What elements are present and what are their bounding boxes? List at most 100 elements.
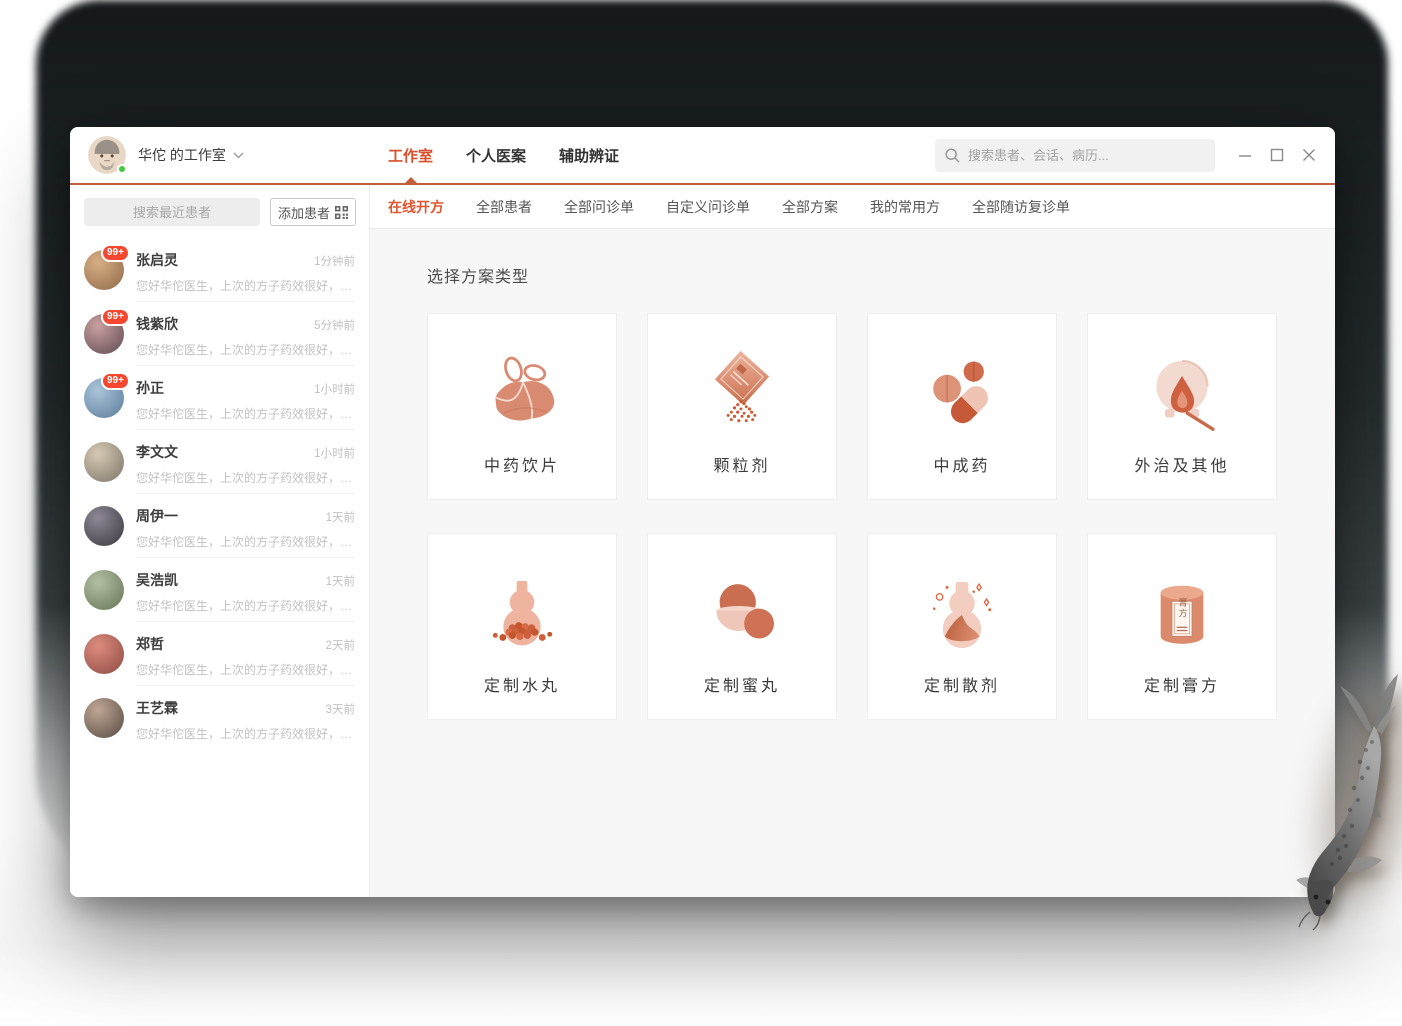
message-time: 1天前	[326, 509, 355, 525]
avatar	[84, 698, 124, 738]
message-preview: 您好华佗医生，上次的方子药效很好，请问...	[136, 725, 355, 742]
message-preview: 您好华佗医生，上次的方子药效很好，请问...	[136, 405, 355, 422]
patient-list-item[interactable]: 99+ 张启灵 1分钟前 您好华佗医生，上次的方子药效很好，请问...	[70, 238, 369, 302]
patient-name: 张启灵	[136, 250, 178, 270]
workspace-name: 华佗 的工作室	[138, 145, 226, 165]
pills-capsule-icon	[914, 314, 1010, 442]
cupping-flame-icon	[1134, 314, 1230, 442]
chevron-down-icon	[233, 152, 244, 159]
tab-custom-inquiry-forms[interactable]: 自定义问诊单	[666, 197, 750, 217]
unread-badge: 99+	[101, 372, 130, 390]
avatar	[84, 506, 124, 546]
plan-card-powder[interactable]: 定制散剂	[867, 533, 1057, 720]
plan-type-grid: 中药饮片	[427, 313, 1335, 720]
patient-list-item[interactable]: 周伊一 1天前 您好华佗医生，上次的方子药效很好，请问...	[70, 494, 369, 558]
message-preview: 您好华佗医生，上次的方子药效很好，请问...	[136, 277, 355, 294]
tab-my-common-prescriptions[interactable]: 我的常用方	[870, 197, 940, 217]
plan-type-label: 中药饮片	[484, 452, 560, 476]
patient-list-item[interactable]: 吴浩凯 1天前 您好华佗医生，上次的方子药效很好，请问...	[70, 558, 369, 622]
tab-workspace[interactable]: 工作室	[388, 145, 433, 166]
close-button[interactable]	[1293, 140, 1325, 170]
granule-sachet-icon	[694, 314, 790, 442]
tab-all-plans[interactable]: 全部方案	[782, 197, 838, 217]
accent-divider	[70, 183, 1335, 185]
patient-name: 钱紫欣	[136, 314, 178, 334]
tab-online-prescription[interactable]: 在线开方	[388, 197, 444, 217]
global-search[interactable]	[935, 139, 1215, 172]
global-search-input[interactable]	[968, 148, 1205, 163]
patient-list-item[interactable]: 郑哲 2天前 您好华佗医生，上次的方子药效很好，请问...	[70, 622, 369, 686]
plan-card-external-treatment[interactable]: 外治及其他	[1087, 313, 1277, 500]
search-icon	[945, 148, 960, 163]
patient-name: 吴浩凯	[136, 570, 178, 590]
powder-gourd-icon	[914, 534, 1010, 662]
maximize-icon	[1270, 148, 1284, 162]
patient-list-item[interactable]: 99+ 孙正 1小时前 您好华佗医生，上次的方子药效很好，请问...	[70, 366, 369, 430]
secondary-nav: 在线开方 全部患者 全部问诊单 自定义问诊单 全部方案 我的常用方 全部随访复诊…	[370, 185, 1335, 229]
unread-badge: 99+	[101, 308, 130, 326]
online-status-dot	[117, 164, 127, 174]
message-preview: 您好华佗医生，上次的方子药效很好，请问...	[136, 661, 355, 678]
avatar: 99+	[84, 314, 124, 354]
herb-bundle-icon	[474, 314, 570, 442]
message-preview: 您好华佗医生，上次的方子药效很好，请问...	[136, 597, 355, 614]
add-patient-button[interactable]: 添加患者	[270, 198, 356, 226]
patient-sidebar: 添加患者 99+ 张启灵 1分钟前	[70, 185, 370, 897]
message-time: 1小时前	[314, 445, 355, 461]
content-area: 选择方案类型	[370, 229, 1335, 897]
minimize-button[interactable]	[1229, 140, 1261, 170]
patient-name: 周伊一	[136, 506, 178, 526]
tab-all-inquiry-forms[interactable]: 全部问诊单	[564, 197, 634, 217]
message-preview: 您好华佗医生，上次的方子药效很好，请问...	[136, 341, 355, 358]
tab-assisted-diagnosis[interactable]: 辅助辨证	[559, 145, 619, 166]
doctor-avatar[interactable]	[88, 136, 126, 174]
plan-card-herbal-pieces[interactable]: 中药饮片	[427, 313, 617, 500]
plan-type-label: 定制蜜丸	[704, 672, 780, 696]
water-pill-gourd-icon	[474, 534, 570, 662]
patient-search-input[interactable]	[84, 198, 260, 226]
message-time: 1分钟前	[314, 253, 355, 269]
plan-card-water-pills[interactable]: 定制水丸	[427, 533, 617, 720]
patient-list-item[interactable]: 李文文 1小时前 您好华佗医生，上次的方子药效很好，请问...	[70, 430, 369, 494]
patient-list-item[interactable]: 99+ 钱紫欣 5分钟前 您好华佗医生，上次的方子药效很好，请问...	[70, 302, 369, 366]
titlebar: 华佗 的工作室 工作室 个人医案 辅助辨证	[70, 127, 1335, 183]
message-time: 3天前	[326, 701, 355, 717]
message-time: 1小时前	[314, 381, 355, 397]
unread-badge: 99+	[101, 244, 130, 262]
avatar	[84, 442, 124, 482]
plan-type-label: 中成药	[933, 452, 990, 476]
tab-all-followup-forms[interactable]: 全部随访复诊单	[972, 197, 1070, 217]
workspace-switcher[interactable]: 华佗 的工作室	[138, 145, 244, 165]
plan-card-honey-pills[interactable]: 定制蜜丸	[647, 533, 837, 720]
patient-name: 孙正	[136, 378, 164, 398]
sidebar-toolbar: 添加患者	[70, 185, 369, 238]
active-tab-indicator	[404, 177, 418, 184]
main-panel: 在线开方 全部患者 全部问诊单 自定义问诊单 全部方案 我的常用方 全部随访复诊…	[370, 185, 1335, 897]
maximize-button[interactable]	[1261, 140, 1293, 170]
jar-label-text: 膏方	[1177, 596, 1188, 619]
plan-type-label: 定制膏方	[1144, 672, 1220, 696]
message-preview: 您好华佗医生，上次的方子药效很好，请问...	[136, 469, 355, 486]
tab-all-patients[interactable]: 全部患者	[476, 197, 532, 217]
window-controls	[1229, 140, 1325, 170]
plan-type-label: 颗粒剂	[713, 452, 770, 476]
tab-personal-cases[interactable]: 个人医案	[466, 145, 526, 166]
patient-name: 郑哲	[136, 634, 164, 654]
plan-card-paste-formula[interactable]: 膏方 定制膏方	[1087, 533, 1277, 720]
plan-type-label: 定制散剂	[924, 672, 1000, 696]
close-icon	[1302, 148, 1316, 162]
plan-card-patent-medicine[interactable]: 中成药	[867, 313, 1057, 500]
app-window: 华佗 的工作室 工作室 个人医案 辅助辨证	[70, 127, 1335, 897]
avatar	[84, 634, 124, 674]
plan-card-granules[interactable]: 颗粒剂	[647, 313, 837, 500]
koi-fish-decoration	[1288, 650, 1400, 942]
honey-pill-bowl-icon	[694, 534, 790, 662]
add-patient-label: 添加患者	[278, 203, 330, 222]
patient-list-item[interactable]: 王艺霖 3天前 您好华佗医生，上次的方子药效很好，请问...	[70, 686, 369, 750]
avatar: 99+	[84, 378, 124, 418]
section-title: 选择方案类型	[427, 263, 1335, 287]
message-time: 2天前	[326, 637, 355, 653]
plan-type-label: 定制水丸	[484, 672, 560, 696]
message-preview: 您好华佗医生，上次的方子药效很好，请问...	[136, 533, 355, 550]
avatar: 99+	[84, 250, 124, 290]
